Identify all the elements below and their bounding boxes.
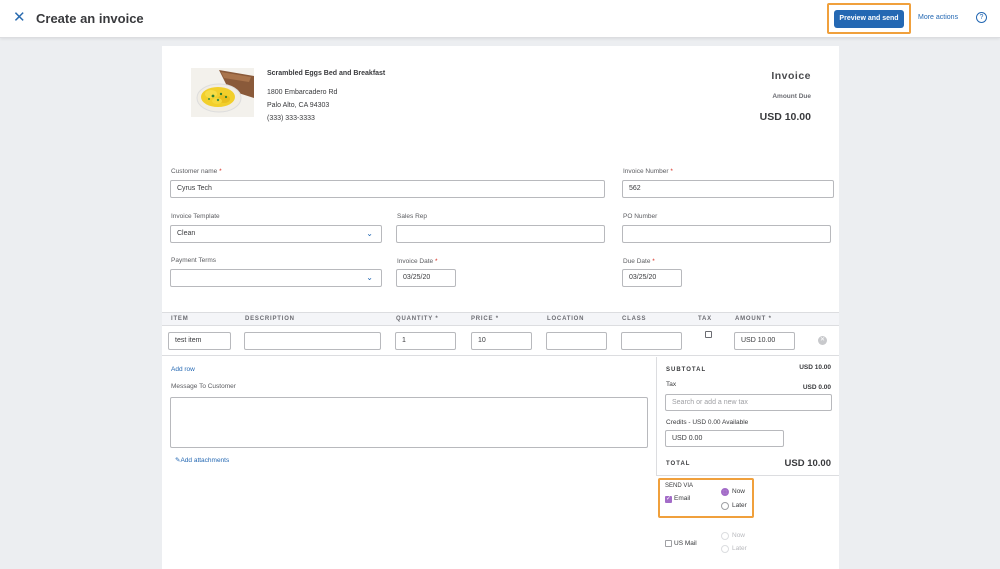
close-icon[interactable]: ✕ (13, 10, 26, 25)
add-attachments-link[interactable]: ✎Add attachments (175, 456, 229, 464)
company-address-line2: Palo Alto, CA 94303 (267, 102, 330, 109)
description-input[interactable] (244, 332, 381, 350)
company-phone: (333) 333-3333 (267, 115, 315, 122)
tax-value: USD 0.00 (802, 384, 831, 391)
payment-terms-select[interactable]: ⌄ (170, 269, 382, 287)
due-date-label: Due Date * (623, 258, 655, 265)
due-date-input[interactable]: 03/25/20 (622, 269, 682, 287)
column-header-description: DESCRIPTION (245, 316, 295, 322)
tax-search-input[interactable]: Search or add a new tax (665, 394, 832, 411)
mail-later-radio[interactable] (721, 545, 729, 553)
amount-due-label: Amount Due (772, 93, 811, 100)
location-input[interactable] (546, 332, 607, 350)
column-header-amount: AMOUNT * (735, 316, 772, 322)
invoice-template-value: Clean (177, 230, 196, 237)
column-header-price: PRICE * (471, 316, 499, 322)
send-later-label: Later (732, 502, 747, 509)
price-input[interactable]: 10 (471, 332, 532, 350)
credits-input[interactable]: USD 0.00 (665, 430, 784, 447)
column-header-location: LOCATION (547, 316, 585, 322)
us-mail-label: US Mail (674, 540, 697, 547)
payment-terms-label: Payment Terms (171, 257, 217, 264)
invoice-template-label: Invoice Template (171, 213, 220, 220)
amount-due-value: USD 10.00 (759, 111, 811, 123)
invoice-date-label: Invoice Date * (397, 258, 438, 265)
subtotal-value: USD 10.00 (799, 364, 831, 371)
company-name: Scrambled Eggs Bed and Breakfast (267, 70, 386, 77)
add-row-link[interactable]: Add row (171, 366, 195, 373)
column-header-class: CLASS (622, 316, 647, 322)
send-now-label: Now (732, 488, 746, 495)
chevron-down-icon: ⌄ (366, 229, 373, 238)
tax-checkbox[interactable] (705, 331, 712, 338)
top-bar: ✕ Create an invoice Preview and send Mor… (0, 0, 1000, 38)
total-label: TOTAL (666, 461, 691, 467)
customer-name-label: Customer name * (171, 168, 222, 175)
company-address-line1: 1800 Embarcadero Rd (267, 89, 338, 96)
us-mail-checkbox[interactable] (665, 540, 672, 547)
column-header-tax: TAX (698, 316, 712, 322)
chevron-down-icon: ⌄ (366, 273, 373, 282)
more-actions-link[interactable]: More actions (918, 14, 958, 21)
email-label: Email (674, 495, 691, 502)
table-row: test item 1 10 USD 10.00 ✕ (162, 326, 839, 356)
po-number-label: PO Number (623, 213, 658, 220)
preview-and-send-button[interactable]: Preview and send (834, 10, 904, 28)
credits-label: Credits - USD 0.00 Available (666, 419, 749, 426)
po-number-input[interactable] (622, 225, 831, 243)
company-logo-image (191, 68, 254, 117)
invoice-heading: Invoice (771, 70, 811, 82)
invoice-number-label: Invoice Number * (623, 168, 673, 175)
send-now-radio[interactable] (721, 488, 729, 496)
mail-later-label: Later (732, 545, 747, 552)
tax-label: Tax (666, 381, 677, 388)
message-to-customer-input[interactable] (170, 397, 648, 448)
page-title: Create an invoice (36, 11, 144, 26)
help-icon[interactable]: ? (976, 12, 987, 23)
delete-row-icon[interactable]: ✕ (818, 336, 827, 345)
item-input[interactable]: test item (168, 332, 231, 350)
mail-now-radio[interactable] (721, 532, 729, 540)
invoice-date-input[interactable]: 03/25/20 (396, 269, 456, 287)
sales-rep-label: Sales Rep (397, 213, 427, 220)
email-checkbox[interactable] (665, 495, 672, 503)
quantity-input[interactable]: 1 (395, 332, 456, 350)
customer-name-input[interactable]: Cyrus Tech (170, 180, 605, 198)
sales-rep-input[interactable] (396, 225, 605, 243)
total-value: USD 10.00 (784, 458, 831, 469)
invoice-number-input[interactable]: 562 (622, 180, 834, 198)
mail-now-label: Now (732, 532, 746, 539)
line-items-header: ITEM DESCRIPTION QUANTITY * PRICE * LOCA… (162, 312, 839, 326)
column-header-item: ITEM (171, 316, 189, 322)
amount-input[interactable]: USD 10.00 (734, 332, 795, 350)
class-input[interactable] (621, 332, 682, 350)
totals-panel: SUBTOTAL USD 10.00 Tax USD 0.00 Search o… (656, 357, 839, 476)
invoice-template-select[interactable]: Clean ⌄ (170, 225, 382, 243)
message-to-customer-label: Message To Customer (171, 383, 236, 390)
subtotal-label: SUBTOTAL (666, 367, 707, 373)
send-later-radio[interactable] (721, 502, 729, 510)
send-via-label: SEND VIA (665, 483, 694, 489)
invoice-form: Scrambled Eggs Bed and Breakfast 1800 Em… (162, 46, 839, 569)
column-header-quantity: QUANTITY * (396, 316, 439, 322)
